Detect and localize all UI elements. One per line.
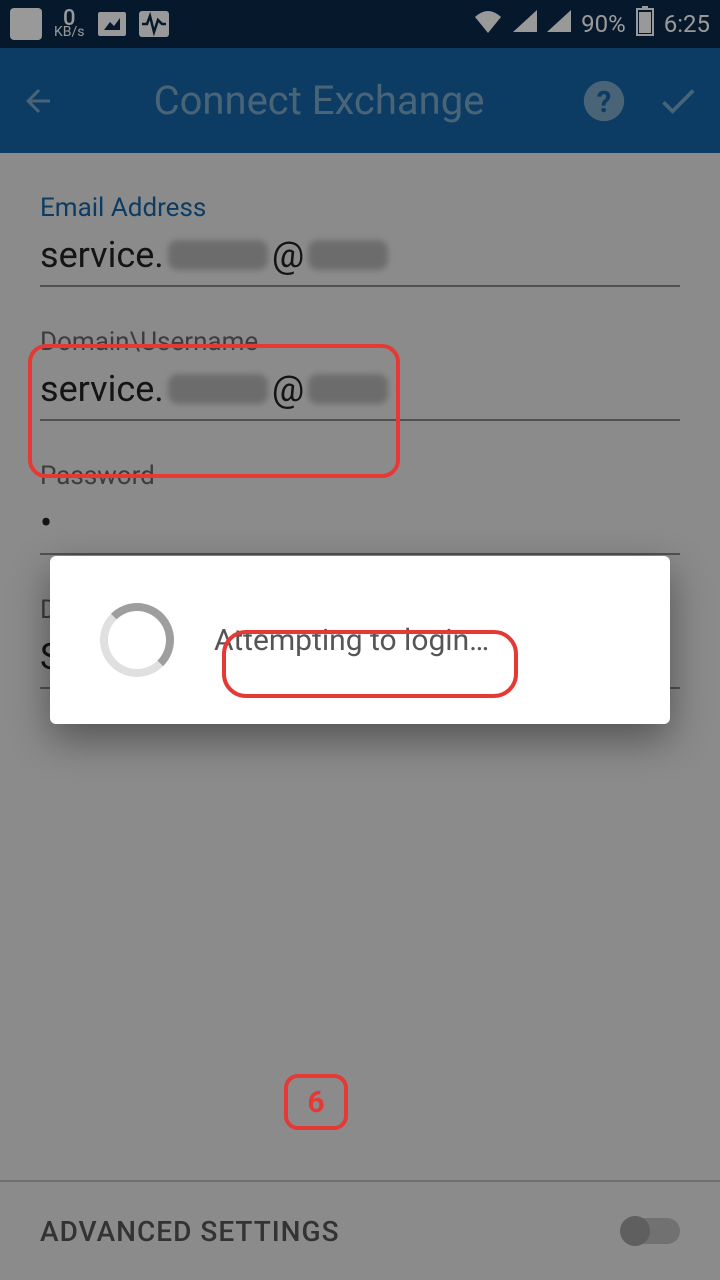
login-progress-dialog: Attempting to login… [50,556,670,724]
dialog-message: Attempting to login… [214,623,489,658]
annotation-step-number: 6 [284,1074,348,1130]
modal-backdrop: Attempting to login… [0,0,720,1280]
spinner-icon [100,603,174,677]
